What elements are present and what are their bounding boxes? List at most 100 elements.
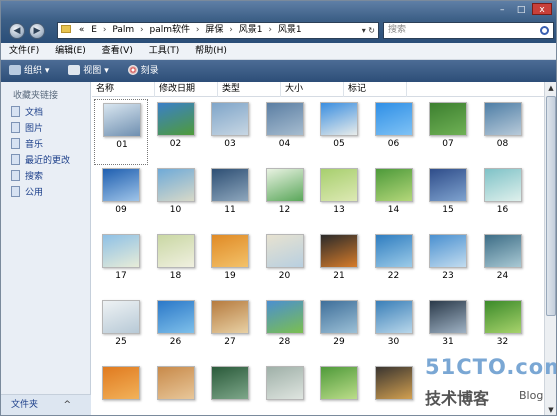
file-item[interactable]: 28 [258, 297, 312, 363]
file-name: 30 [387, 337, 400, 347]
file-name: 03 [224, 139, 236, 149]
file-name: 29 [333, 337, 345, 347]
file-item[interactable]: 02 [149, 99, 203, 165]
scroll-up-arrow[interactable]: ▲ [545, 82, 556, 94]
menu-help[interactable]: 帮助(H) [195, 46, 227, 56]
file-item[interactable]: 10 [149, 165, 203, 231]
file-name: 08 [496, 139, 509, 149]
address-separator[interactable]: › [229, 25, 233, 35]
file-item[interactable]: 15 [421, 165, 475, 231]
file-item[interactable] [149, 363, 203, 415]
file-item[interactable]: 11 [203, 165, 257, 231]
address-separator[interactable]: › [103, 25, 107, 35]
file-item[interactable]: 32 [476, 297, 530, 363]
menu-file[interactable]: 文件(F) [9, 46, 39, 56]
maximize-button[interactable]: □ [513, 4, 529, 16]
sidebar-item-label: 文档 [25, 108, 44, 118]
file-item[interactable]: 30 [367, 297, 421, 363]
menu-edit[interactable]: 编辑(E) [55, 46, 86, 56]
menu-tools[interactable]: 工具(T) [149, 46, 180, 56]
search-input[interactable]: 搜索 [383, 22, 554, 39]
address-separator[interactable]: › [196, 25, 200, 35]
search-icon[interactable] [540, 26, 549, 35]
file-item[interactable] [258, 363, 312, 415]
sidebar-item-music[interactable]: 音乐 [1, 137, 90, 153]
sidebar-item-recently-changed[interactable]: 最近的更改 [1, 153, 90, 169]
file-item[interactable]: 19 [203, 231, 257, 297]
file-name: 23 [442, 271, 454, 281]
address-segment-scenery-1-current[interactable]: 风景1 [278, 25, 302, 35]
file-name: 05 [333, 139, 345, 149]
scrollbar-thumb[interactable] [546, 96, 556, 316]
file-name: 16 [496, 205, 509, 215]
sidebar-item-public[interactable]: 公用 [1, 185, 90, 201]
forward-button[interactable]: ▶ [29, 23, 45, 39]
file-item[interactable]: 03 [203, 99, 257, 165]
file-item[interactable] [94, 363, 148, 415]
minimize-button[interactable]: – [494, 4, 510, 16]
organize-button[interactable]: 组织 ▾ [9, 60, 49, 82]
file-item[interactable]: 23 [421, 231, 475, 297]
sidebar-item-label: 最近的更改 [25, 156, 71, 166]
address-separator[interactable]: › [140, 25, 144, 35]
column-date-modified[interactable]: 修改日期 [155, 82, 218, 97]
address-segment-palm-software[interactable]: palm软件 [149, 25, 190, 35]
address-segment-e[interactable]: E [91, 25, 97, 35]
file-item[interactable]: 14 [367, 165, 421, 231]
folders-toggle[interactable]: 文件夹 ^ [1, 394, 91, 415]
file-item[interactable]: 17 [94, 231, 148, 297]
file-item[interactable]: 22 [367, 231, 421, 297]
file-item[interactable]: 18 [149, 231, 203, 297]
file-item[interactable]: 12 [258, 165, 312, 231]
file-item[interactable]: 31 [421, 297, 475, 363]
back-button[interactable]: ◀ [9, 23, 25, 39]
file-item[interactable]: 16 [476, 165, 530, 231]
image-thumbnail [320, 234, 358, 268]
file-item[interactable]: 21 [312, 231, 366, 297]
file-item[interactable]: 27 [203, 297, 257, 363]
menu-view[interactable]: 查看(V) [102, 46, 133, 56]
sidebar-item-pictures[interactable]: 图片 [1, 121, 90, 137]
column-name[interactable]: 名称 [92, 82, 155, 97]
burn-button[interactable]: 刻录 [127, 60, 159, 82]
column-size[interactable]: 大小 [281, 82, 344, 97]
image-thumbnail [320, 102, 358, 136]
views-button[interactable]: 视图 ▾ [68, 60, 109, 82]
address-separator[interactable]: › [268, 25, 272, 35]
file-item[interactable]: 25 [94, 297, 148, 363]
address-segment-screensaver[interactable]: 屏保 [205, 25, 223, 35]
file-item[interactable] [312, 363, 366, 415]
address-segment-scenery-1[interactable]: 风景1 [239, 25, 263, 35]
file-item[interactable]: 09 [94, 165, 148, 231]
file-item[interactable] [203, 363, 257, 415]
file-item[interactable]: 05 [312, 99, 366, 165]
file-item[interactable]: 06 [367, 99, 421, 165]
image-thumbnail [211, 234, 249, 268]
file-item[interactable]: 01 [94, 99, 148, 165]
address-bar[interactable]: « E › Palm › palm软件 › 屏保 › 风景1 › 风景1 ▾ ↻ [57, 22, 379, 39]
column-tags[interactable]: 标记 [344, 82, 407, 97]
file-item[interactable]: 26 [149, 297, 203, 363]
file-name: 20 [278, 271, 291, 281]
file-item[interactable]: 08 [476, 99, 530, 165]
file-item[interactable]: 24 [476, 231, 530, 297]
file-item[interactable]: 20 [258, 231, 312, 297]
file-name: 09 [115, 205, 127, 215]
file-item[interactable]: 04 [258, 99, 312, 165]
sidebar-item-searches[interactable]: 搜索 [1, 169, 90, 185]
file-item[interactable]: 07 [421, 99, 475, 165]
address-dropdown-arrow[interactable]: ▾ ↻ [362, 23, 375, 38]
file-item[interactable]: 13 [312, 165, 366, 231]
image-thumbnail [211, 168, 249, 202]
chevron-down-icon: ▾ [44, 66, 50, 76]
close-button[interactable]: x [532, 3, 552, 15]
file-item[interactable] [367, 363, 421, 415]
column-type[interactable]: 类型 [218, 82, 281, 97]
sidebar-item-documents[interactable]: 文档 [1, 105, 90, 121]
sidebar-item-label: 音乐 [25, 140, 44, 150]
image-thumbnail [320, 300, 358, 334]
file-item[interactable]: 29 [312, 297, 366, 363]
address-segment-palm[interactable]: Palm [112, 25, 134, 35]
address-segment-overflow[interactable]: « [79, 25, 85, 35]
command-toolbar: 组织 ▾ 视图 ▾ 刻录 [1, 60, 556, 82]
